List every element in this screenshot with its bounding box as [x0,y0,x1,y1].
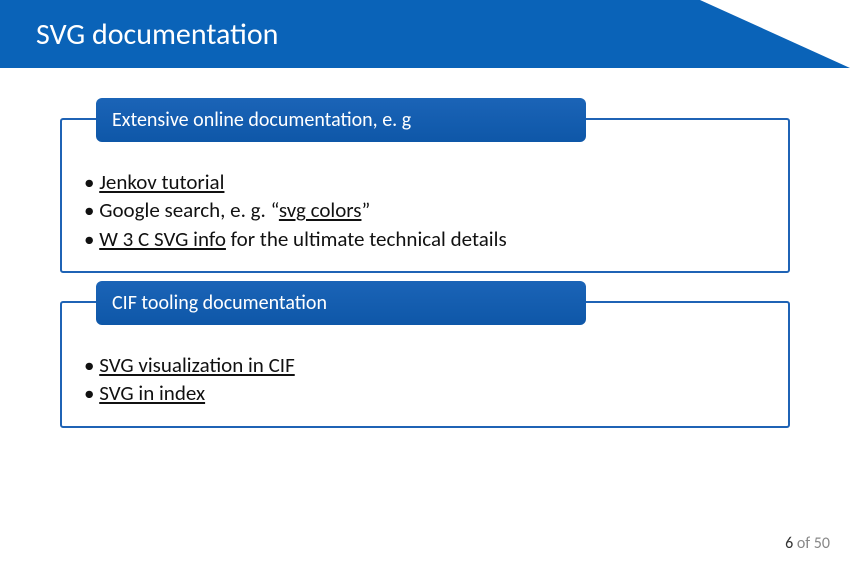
list-item: W 3 C SVG info for the ultimate technica… [80,225,770,253]
w3c-svg-info-link[interactable]: W 3 C SVG info [99,226,226,252]
section-box: CIF tooling documentation SVG visualizat… [60,301,790,428]
section-title: Extensive online documentation, e. g [96,98,586,142]
bullet-suffix: ” [361,197,370,223]
slide-title: SVG documentation [0,16,278,53]
page-number: 6 of 50 [785,534,830,553]
svg-colors-link[interactable]: svg colors [279,197,362,223]
list-item: Google search, e. g. “svg colors” [80,196,770,224]
list-item: SVG visualization in CIF [80,351,770,379]
section-box: Extensive online documentation, e. g Jen… [60,118,790,273]
jenkov-tutorial-link[interactable]: Jenkov tutorial [99,169,224,195]
slide-content: Extensive online documentation, e. g Jen… [0,68,850,428]
current-page: 6 [785,534,793,553]
slide-header: SVG documentation [0,0,850,68]
list-item: SVG in index [80,379,770,407]
list-item: Jenkov tutorial [80,168,770,196]
bullet-suffix: for the ultimate technical details [226,226,507,252]
total-pages: of 50 [793,534,830,553]
header-decoration [700,0,850,68]
bullet-prefix: Google search, e. g. “ [99,197,279,223]
bullet-list: Jenkov tutorial Google search, e. g. “sv… [80,168,770,253]
section-title: CIF tooling documentation [96,281,586,325]
svg-in-index-link[interactable]: SVG in index [99,380,205,406]
bullet-list: SVG visualization in CIF SVG in index [80,351,770,408]
svg-visualization-cif-link[interactable]: SVG visualization in CIF [99,352,295,378]
